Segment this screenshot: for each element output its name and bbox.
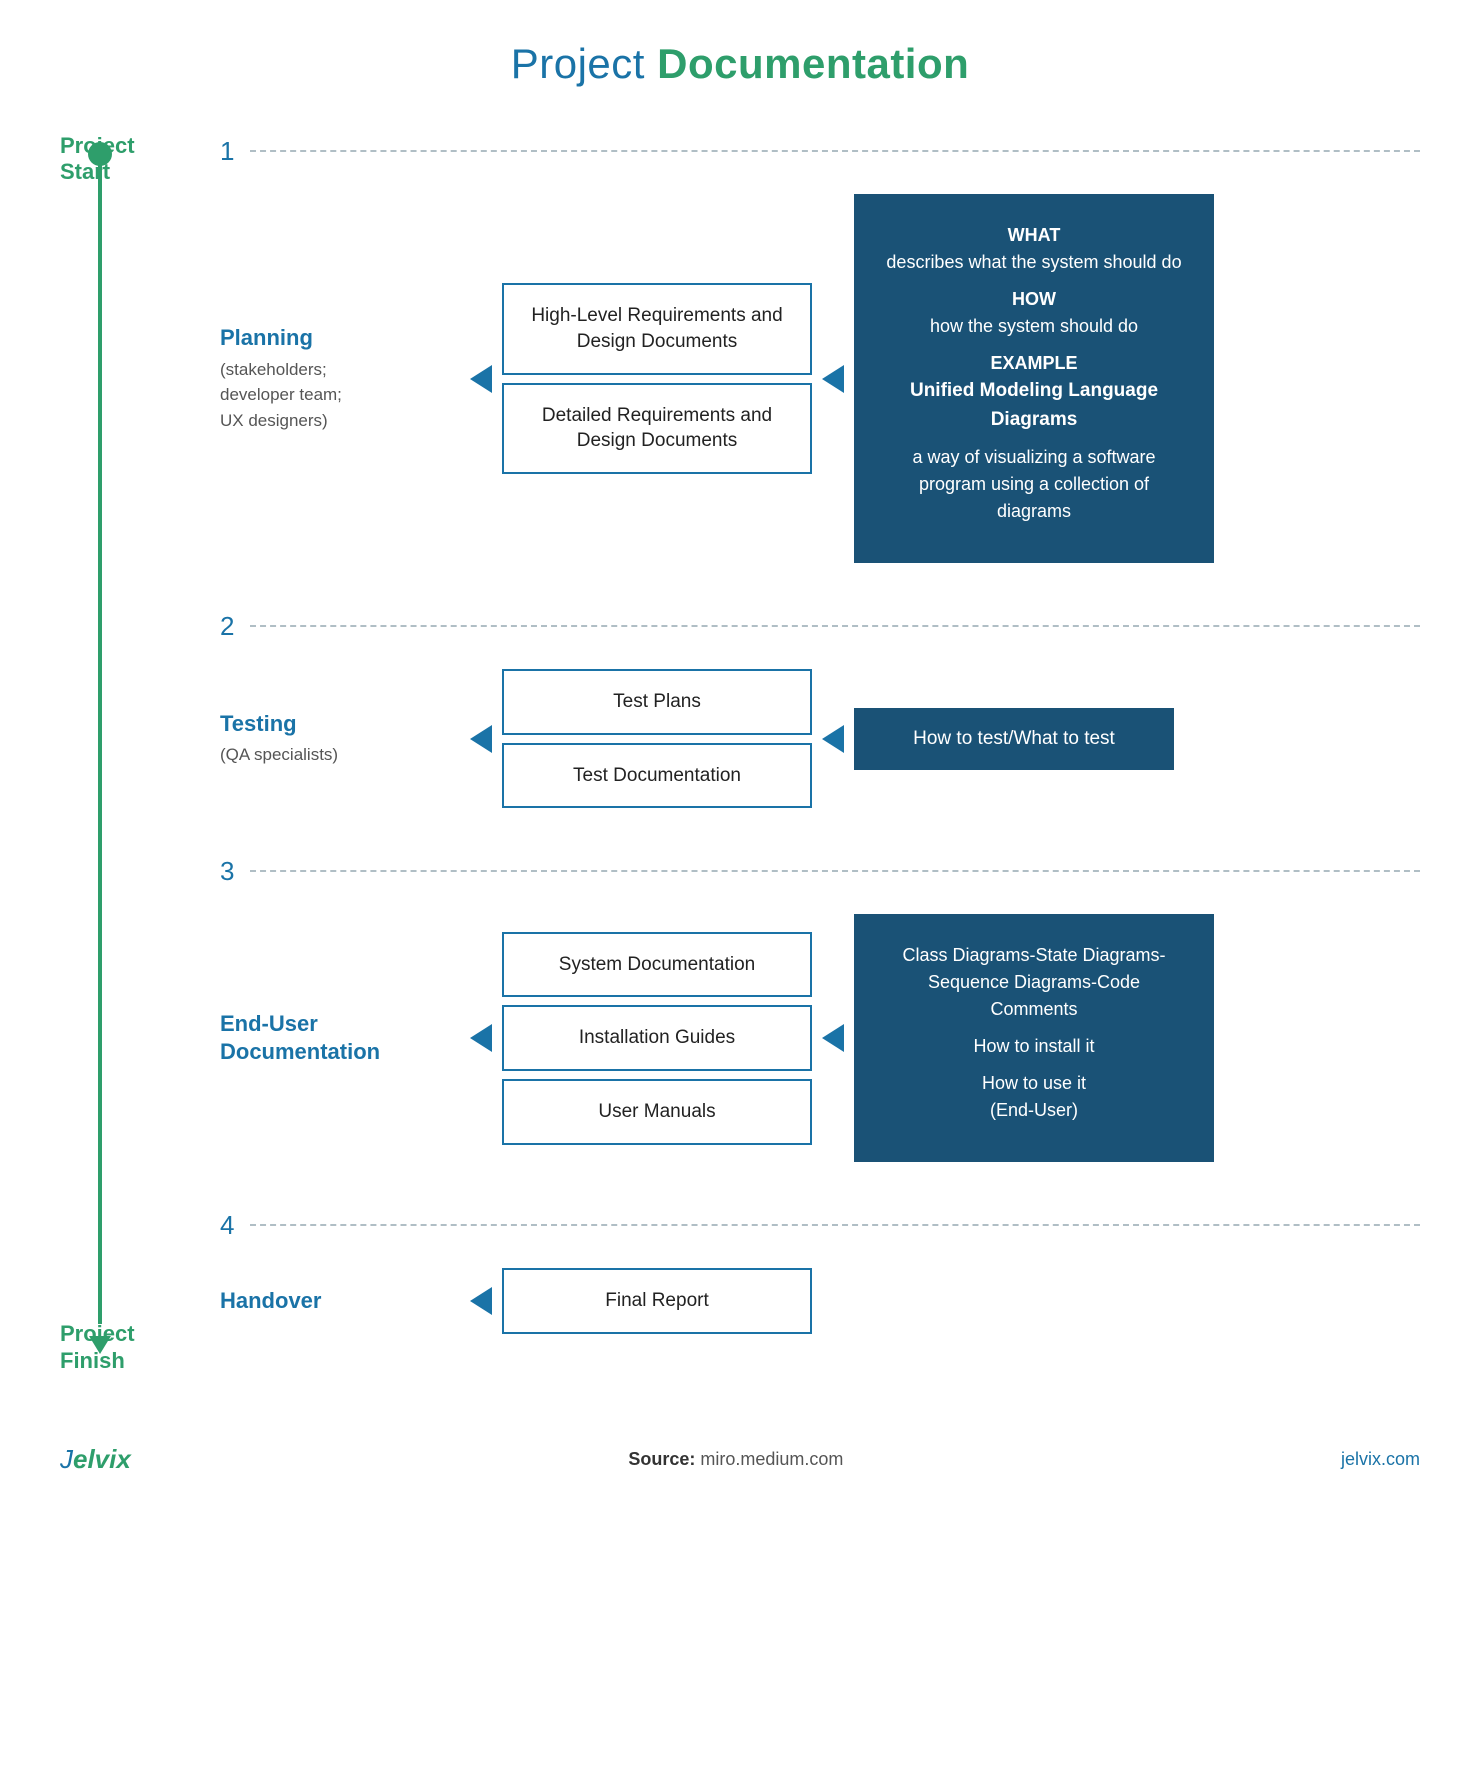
end-user-info-line2: How to install it [886,1033,1182,1060]
phase-1-arrow-panel [822,365,844,393]
doc-box-high-level: High-Level Requirements and Design Docum… [502,283,812,374]
info-what-heading: WHAT [886,222,1182,249]
phase-4-section: 4 Handover Final Report [220,1212,1420,1384]
phase-4-content: Handover Final Report [220,1268,1420,1334]
info-how-text: how the system should do [886,313,1182,340]
phase-2-content: Testing (QA specialists) Test Plans Test… [220,669,1420,808]
phase-1-content: Planning (stakeholders; developer team; … [220,194,1420,563]
phase-1-doc-boxes: High-Level Requirements and Design Docum… [502,283,812,474]
phase-4-line [250,1224,1420,1226]
info-example-bold: Unified Modeling Language Diagrams [886,377,1182,434]
doc-box-detailed: Detailed Requirements and Design Documen… [502,383,812,474]
phase-1-section: 1 Planning (stakeholders; developer team… [220,138,1420,613]
phase-3-divider: 3 [220,858,1420,884]
phase-2-section: 2 Testing (QA specialists) Test Plans Te… [220,613,1420,858]
phase-1-number: 1 [220,138,234,164]
phase-4-arrow [470,1287,492,1315]
phase-3-doc-boxes: System Documentation Installation Guides… [502,932,812,1145]
phase-2-doc-boxes: Test Plans Test Documentation [502,669,812,808]
phase-1-title: Planning [220,324,440,353]
phase-3-arrow [470,1024,492,1052]
end-user-info-line3: How to use it (End-User) [886,1070,1182,1124]
doc-box-system-doc: System Documentation [502,932,812,998]
page-container: Project Documentation Project Start Proj… [0,0,1480,1768]
phase-1-info-panel: WHAT describes what the system should do… [854,194,1214,563]
phase-3-content: End-User Documentation System Documentat… [220,914,1420,1162]
timeline-column: Project Start Project Finish [60,138,200,1384]
footer-logo: Jelvix [60,1444,131,1475]
info-example-heading: EXAMPLE [886,350,1182,377]
doc-box-user-manuals: User Manuals [502,1079,812,1145]
phase-2-arrow [470,725,492,753]
phase-3-info-panel: Class Diagrams-State Diagrams-Sequence D… [854,914,1214,1162]
phase-3-line [250,870,1420,872]
footer: Jelvix Source: miro.medium.com jelvix.co… [60,1424,1420,1475]
phase-2-line [250,625,1420,627]
timeline-line [98,148,102,1324]
phase-2-label-block: Testing (QA specialists) [220,710,460,768]
timeline-end-arrow [89,1336,111,1354]
info-what-text: describes what the system should do [886,249,1182,276]
doc-box-install-guides: Installation Guides [502,1005,812,1071]
phase-4-doc-boxes: Final Report [502,1268,812,1334]
end-user-info-line1: Class Diagrams-State Diagrams-Sequence D… [886,942,1182,1023]
doc-box-test-doc: Test Documentation [502,743,812,809]
testing-info-text: How to test/What to test [913,728,1115,749]
phase-3-label-block: End-User Documentation [220,1010,460,1067]
phase-1-label-block: Planning (stakeholders; developer team; … [220,324,460,433]
phase-3-title: End-User Documentation [220,1010,440,1067]
main-layout: Project Start Project Finish 1 Planning … [60,138,1420,1384]
info-how-heading: HOW [886,286,1182,313]
footer-domain: jelvix.com [1341,1449,1420,1470]
phase-1-divider: 1 [220,138,1420,164]
phase-2-title: Testing [220,710,440,739]
phase-2-info-panel: How to test/What to test [854,708,1174,770]
phase-4-label-block: Handover [220,1287,460,1316]
phase-2-sub: (QA specialists) [220,742,440,768]
phase-2-number: 2 [220,613,234,639]
phase-4-title: Handover [220,1287,440,1316]
content-column: 1 Planning (stakeholders; developer team… [200,138,1420,1384]
phase-1-line [250,150,1420,152]
page-title: Project Documentation [60,40,1420,88]
phase-3-arrow-panel [822,1024,844,1052]
phase-4-number: 4 [220,1212,234,1238]
phase-2-arrow-panel [822,725,844,753]
doc-box-test-plans: Test Plans [502,669,812,735]
info-example-text: a way of visualizing a software program … [886,444,1182,525]
timeline-start-dot [88,142,112,166]
phase-2-divider: 2 [220,613,1420,639]
phase-1-sub: (stakeholders; developer team; UX design… [220,357,440,434]
phase-4-divider: 4 [220,1212,1420,1238]
phase-3-section: 3 End-User Documentation System Document… [220,858,1420,1212]
footer-source: Source: miro.medium.com [628,1449,843,1470]
phase-1-arrow [470,365,492,393]
doc-box-final-report: Final Report [502,1268,812,1334]
phase-3-number: 3 [220,858,234,884]
